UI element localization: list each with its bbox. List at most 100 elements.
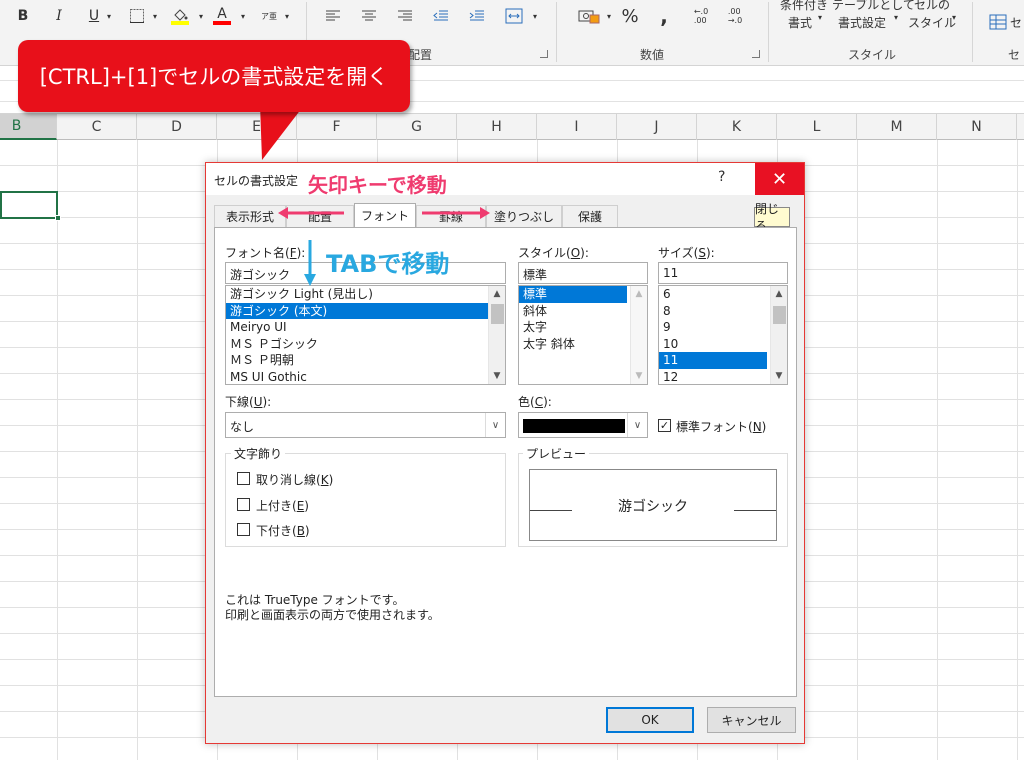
tab-fill[interactable]: 塗りつぶし — [486, 205, 562, 227]
fill-dropdown-icon[interactable]: ▾ — [196, 4, 206, 28]
list-item[interactable]: 12 — [659, 369, 787, 385]
list-item[interactable]: MS UI Gothic — [226, 369, 505, 385]
close-small-button[interactable]: 閉じる — [754, 202, 790, 233]
normal-font-checkbox[interactable]: ✓ — [658, 419, 671, 432]
column-header[interactable]: L — [777, 114, 857, 140]
increase-decimal-button[interactable]: ←.0 .00 — [688, 4, 714, 28]
align-right-button[interactable] — [394, 4, 416, 28]
column-header[interactable]: K — [697, 114, 777, 140]
border-dropdown-icon[interactable]: ▾ — [150, 4, 160, 28]
column-header[interactable]: M — [857, 114, 937, 140]
column-header[interactable]: I — [537, 114, 617, 140]
column-header[interactable]: G — [377, 114, 457, 140]
font-name-list[interactable]: 游ゴシック Light (見出し) 游ゴシック (本文) Meiryo UI Ｍ… — [225, 285, 506, 385]
scroll-down-icon[interactable]: ▼ — [492, 370, 502, 382]
column-header[interactable]: C — [57, 114, 137, 140]
decrease-decimal-button[interactable]: .00 →.0 — [722, 4, 748, 28]
list-item[interactable]: 11 — [659, 352, 767, 369]
font-color-dropdown-icon[interactable]: ▾ — [238, 4, 248, 28]
percent-button[interactable]: % — [618, 4, 642, 28]
list-item[interactable]: Meiryo UI — [226, 319, 505, 336]
dialog-titlebar[interactable]: セルの書式設定 ? ✕ — [206, 163, 804, 195]
font-color-button[interactable]: A — [210, 4, 234, 28]
format-as-table-button[interactable]: 書式設定 — [838, 14, 886, 31]
merge-dropdown-icon[interactable]: ▾ — [530, 4, 540, 28]
tab-protection[interactable]: 保護 — [562, 205, 618, 227]
conditional-format-top-label[interactable]: 条件付き — [780, 0, 828, 13]
scroll-up-icon[interactable]: ▲ — [492, 288, 502, 300]
accounting-format-button[interactable] — [574, 4, 604, 28]
style-list-scrollbar[interactable]: ▲ ▼ — [630, 286, 647, 384]
number-launcher-icon[interactable] — [752, 50, 760, 58]
format-as-table-dropdown-icon[interactable]: ▾ — [894, 13, 898, 22]
alignment-launcher-icon[interactable] — [540, 50, 548, 58]
scroll-up-icon[interactable]: ▲ — [634, 288, 644, 300]
scroll-thumb[interactable] — [491, 304, 504, 324]
border-button[interactable] — [126, 4, 148, 28]
style-input[interactable]: 標準 — [518, 262, 648, 284]
list-item[interactable]: 6 — [659, 286, 787, 303]
size-input[interactable]: 11 — [658, 262, 788, 284]
fill-handle[interactable] — [55, 215, 61, 221]
column-header[interactable]: B — [0, 114, 57, 140]
phonetic-dropdown-icon[interactable]: ▾ — [282, 4, 292, 28]
list-item[interactable]: 9 — [659, 319, 787, 336]
underline-button[interactable]: U — [84, 4, 104, 28]
accounting-dropdown-icon[interactable]: ▾ — [604, 4, 614, 28]
subscript-checkbox[interactable] — [237, 523, 250, 536]
chevron-down-icon[interactable]: ∨ — [627, 413, 647, 437]
insert-cells-button[interactable] — [988, 10, 1008, 34]
list-item[interactable]: 10 — [659, 336, 787, 353]
list-item[interactable]: 太字 斜体 — [519, 336, 647, 353]
scroll-thumb[interactable] — [773, 306, 786, 324]
decrease-indent-button[interactable] — [430, 4, 452, 28]
help-button[interactable]: ? — [718, 169, 725, 185]
cell-styles-button[interactable]: スタイル — [908, 14, 956, 31]
ok-button[interactable]: OK — [606, 707, 694, 733]
increase-indent-button[interactable] — [466, 4, 488, 28]
font-list-scrollbar[interactable]: ▲ ▼ — [488, 286, 505, 384]
fill-color-button[interactable] — [168, 4, 192, 28]
phonetic-button[interactable]: ア亜 — [258, 4, 280, 28]
close-icon[interactable]: ✕ — [755, 163, 804, 195]
format-as-table-top-label[interactable]: テーブルとして — [832, 0, 915, 13]
color-select[interactable]: ∨ — [518, 412, 648, 438]
scroll-down-icon[interactable]: ▼ — [634, 370, 644, 382]
active-cell[interactable] — [0, 191, 58, 219]
cancel-button[interactable]: キャンセル — [707, 707, 796, 733]
scroll-up-icon[interactable]: ▲ — [774, 288, 784, 300]
merge-center-button[interactable] — [502, 4, 526, 28]
conditional-format-dropdown-icon[interactable]: ▾ — [818, 13, 822, 22]
align-center-button[interactable] — [358, 4, 380, 28]
column-header[interactable]: H — [457, 114, 537, 140]
size-list[interactable]: 6 8 9 10 11 12 ▲ ▼ — [658, 285, 788, 385]
list-item[interactable]: 游ゴシック (本文) — [226, 302, 488, 319]
column-header[interactable]: J — [617, 114, 697, 140]
comma-button[interactable]: , — [654, 4, 674, 28]
list-item[interactable]: ＭＳ Ｐ明朝 — [226, 352, 505, 369]
align-left-button[interactable] — [322, 4, 344, 28]
underline-select[interactable]: なし ∨ — [225, 412, 506, 438]
italic-button[interactable]: I — [48, 4, 70, 28]
bold-button[interactable]: B — [12, 4, 34, 28]
conditional-format-button[interactable]: 書式 — [788, 14, 812, 31]
cell-styles-dropdown-icon[interactable]: ▾ — [952, 13, 956, 22]
style-list[interactable]: 標準 斜体 太字 太字 斜体 ▲ ▼ — [518, 285, 648, 385]
column-header[interactable]: N — [937, 114, 1017, 140]
list-item[interactable]: 標準 — [519, 286, 627, 303]
superscript-checkbox[interactable] — [237, 498, 250, 511]
tab-number[interactable]: 表示形式 — [214, 205, 286, 227]
column-header[interactable]: D — [137, 114, 217, 140]
tab-font[interactable]: フォント — [354, 203, 416, 227]
list-item[interactable]: ＭＳ Ｐゴシック — [226, 336, 505, 353]
strikethrough-checkbox[interactable] — [237, 472, 250, 485]
list-item[interactable]: 游ゴシック Light (見出し) — [226, 286, 505, 303]
list-item[interactable]: 8 — [659, 303, 787, 320]
size-list-scrollbar[interactable]: ▲ ▼ — [770, 286, 787, 384]
underline-dropdown-icon[interactable]: ▾ — [104, 4, 114, 28]
scroll-down-icon[interactable]: ▼ — [774, 370, 784, 382]
list-item[interactable]: 斜体 — [519, 303, 647, 320]
list-item[interactable]: 太字 — [519, 319, 647, 336]
cell-styles-top-label[interactable]: セルの — [914, 0, 950, 13]
chevron-down-icon[interactable]: ∨ — [485, 413, 505, 437]
